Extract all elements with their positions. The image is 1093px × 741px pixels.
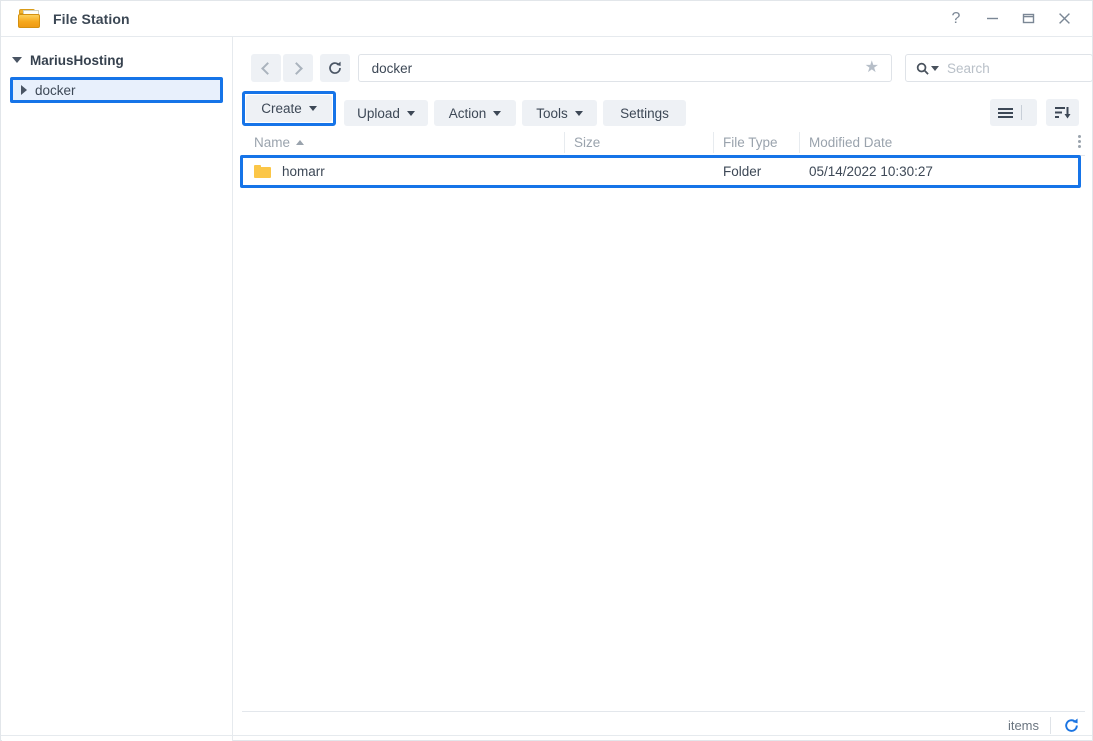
sidebar-item-label: docker: [35, 82, 76, 98]
view-controls: [990, 99, 1079, 126]
path-value: docker: [371, 60, 413, 76]
column-header-file-type[interactable]: File Type: [723, 129, 778, 155]
refresh-button[interactable]: [319, 54, 350, 82]
list-view-button[interactable]: [990, 99, 1037, 126]
sidebar-root-label: MariusHosting: [30, 52, 124, 68]
row-name-label: homarr: [282, 164, 325, 179]
items-count-label: items: [1007, 718, 1039, 733]
back-icon: [261, 61, 274, 75]
column-header-name[interactable]: Name: [254, 129, 305, 155]
column-divider[interactable]: [564, 132, 565, 153]
create-button[interactable]: Create: [246, 95, 332, 122]
forward-button[interactable]: [282, 54, 313, 82]
window-bottom-divider: [1, 735, 1092, 736]
column-header-size[interactable]: Size: [574, 129, 600, 155]
create-button-label: Create: [261, 101, 302, 116]
forward-icon: [289, 61, 303, 75]
upload-button[interactable]: Upload: [344, 100, 428, 126]
column-header-modified-date[interactable]: Modified Date: [809, 129, 892, 155]
back-button[interactable]: [251, 54, 281, 82]
sidebar-item-docker[interactable]: docker: [10, 77, 223, 103]
kebab-icon[interactable]: [1078, 135, 1081, 148]
divider: [1020, 105, 1022, 120]
chevron-down-icon: [308, 106, 317, 111]
main-panel: docker ★ Search Create Upload Action Too…: [234, 37, 1093, 741]
help-icon[interactable]: ?: [938, 2, 974, 36]
maximize-icon[interactable]: [1010, 2, 1046, 36]
search-placeholder: Search: [946, 60, 990, 76]
sort-button[interactable]: [1046, 99, 1079, 126]
star-icon[interactable]: ★: [865, 60, 879, 76]
toolbar: Create Upload Action Tools Settings: [234, 90, 1093, 130]
chevron-right-icon[interactable]: [21, 85, 27, 95]
sidebar: MariusHosting docker: [2, 37, 233, 741]
list-view-icon: [998, 107, 1013, 118]
minimize-icon[interactable]: [974, 2, 1010, 36]
title-bar: File Station ?: [1, 1, 1092, 37]
column-header-name-label: Name: [254, 134, 291, 150]
refresh-icon: [328, 61, 341, 74]
chevron-down-icon[interactable]: [12, 57, 22, 63]
upload-button-label: Upload: [357, 105, 400, 121]
sort-descending-icon: [1055, 107, 1071, 119]
folder-icon: [254, 165, 271, 178]
column-divider[interactable]: [799, 132, 800, 153]
search-icon[interactable]: [916, 62, 939, 75]
path-input[interactable]: docker ★: [357, 54, 892, 82]
action-button[interactable]: Action: [434, 100, 516, 126]
column-divider[interactable]: [713, 132, 714, 153]
table-row[interactable]: homarr Folder 05/14/2022 10:30:27: [240, 155, 1081, 188]
status-refresh-button[interactable]: [1063, 717, 1080, 734]
column-header-row: Name Size File Type Modified Date: [242, 129, 1085, 156]
search-input[interactable]: Search: [904, 54, 1093, 82]
sidebar-root-mariushosting[interactable]: MariusHosting: [2, 49, 232, 71]
tools-button-label: Tools: [536, 105, 568, 121]
divider: [1050, 717, 1051, 734]
chevron-down-icon[interactable]: [930, 65, 939, 71]
app-title: File Station: [53, 10, 130, 27]
sort-ascending-icon: [296, 139, 305, 145]
refresh-icon: [1065, 718, 1078, 732]
chevron-down-icon: [406, 110, 415, 116]
chevron-down-icon: [574, 110, 583, 116]
settings-button-label: Settings: [620, 105, 669, 121]
action-button-label: Action: [448, 105, 487, 121]
tools-button[interactable]: Tools: [522, 100, 597, 126]
row-modified-date-cell: 05/14/2022 10:30:27: [809, 164, 933, 179]
row-name-cell: homarr: [254, 158, 325, 185]
row-file-type-cell: Folder: [723, 164, 762, 179]
file-station-window: File Station ? MariusHosting docker dock…: [0, 0, 1093, 741]
app-folder-icon: [17, 8, 41, 29]
window-controls: ?: [938, 2, 1082, 36]
navigation-bar: docker ★ Search: [234, 53, 1093, 83]
chevron-down-icon: [493, 110, 502, 116]
close-icon[interactable]: [1046, 2, 1082, 36]
create-button-highlight: Create: [242, 91, 336, 126]
settings-button[interactable]: Settings: [603, 100, 686, 126]
